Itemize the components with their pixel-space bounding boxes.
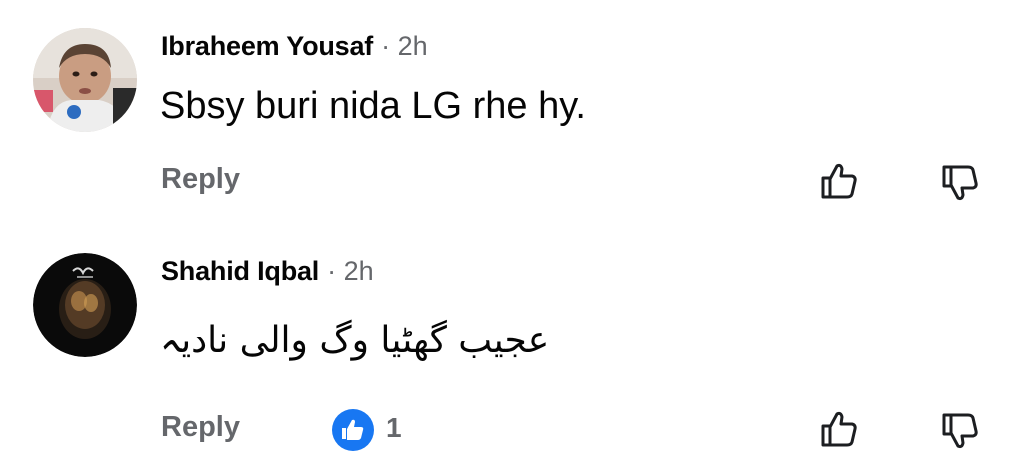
reaction-summary[interactable]: 1 [331,408,411,452]
thumbs-down-icon [942,413,978,449]
thumbs-down-icon [942,165,978,201]
thumbs-up-icon [821,411,857,447]
prayer-hands-avatar [33,253,137,357]
dislike-button[interactable] [938,409,982,453]
comment-time[interactable]: · 2h [381,31,428,62]
thumbs-up-icon [821,163,857,199]
comment-text: عجیب گھٹیا وگ والی نادیہ [160,320,550,361]
reaction-count: 1 [386,412,402,443]
comment-time[interactable]: · 2h [327,256,374,287]
avatar[interactable] [33,253,137,357]
baby-photo-avatar [33,28,137,132]
reply-button[interactable]: Reply [161,163,240,196]
like-button[interactable] [817,407,861,451]
comments-thread: Ibraheem Yousaf · 2h Sbsy buri nida LG r… [0,0,1024,467]
comment-author[interactable]: Shahid Iqbal [161,256,319,287]
comment-header: Shahid Iqbal · 2h [161,256,374,287]
comment-text: Sbsy buri nida LG rhe hy. [160,85,586,127]
comment-header: Ibraheem Yousaf · 2h [161,31,428,62]
reply-button[interactable]: Reply [161,411,240,444]
like-reaction-icon [332,409,374,451]
like-button[interactable] [817,159,861,203]
dislike-button[interactable] [938,161,982,205]
comment-author[interactable]: Ibraheem Yousaf [161,31,373,62]
avatar[interactable] [33,28,137,132]
